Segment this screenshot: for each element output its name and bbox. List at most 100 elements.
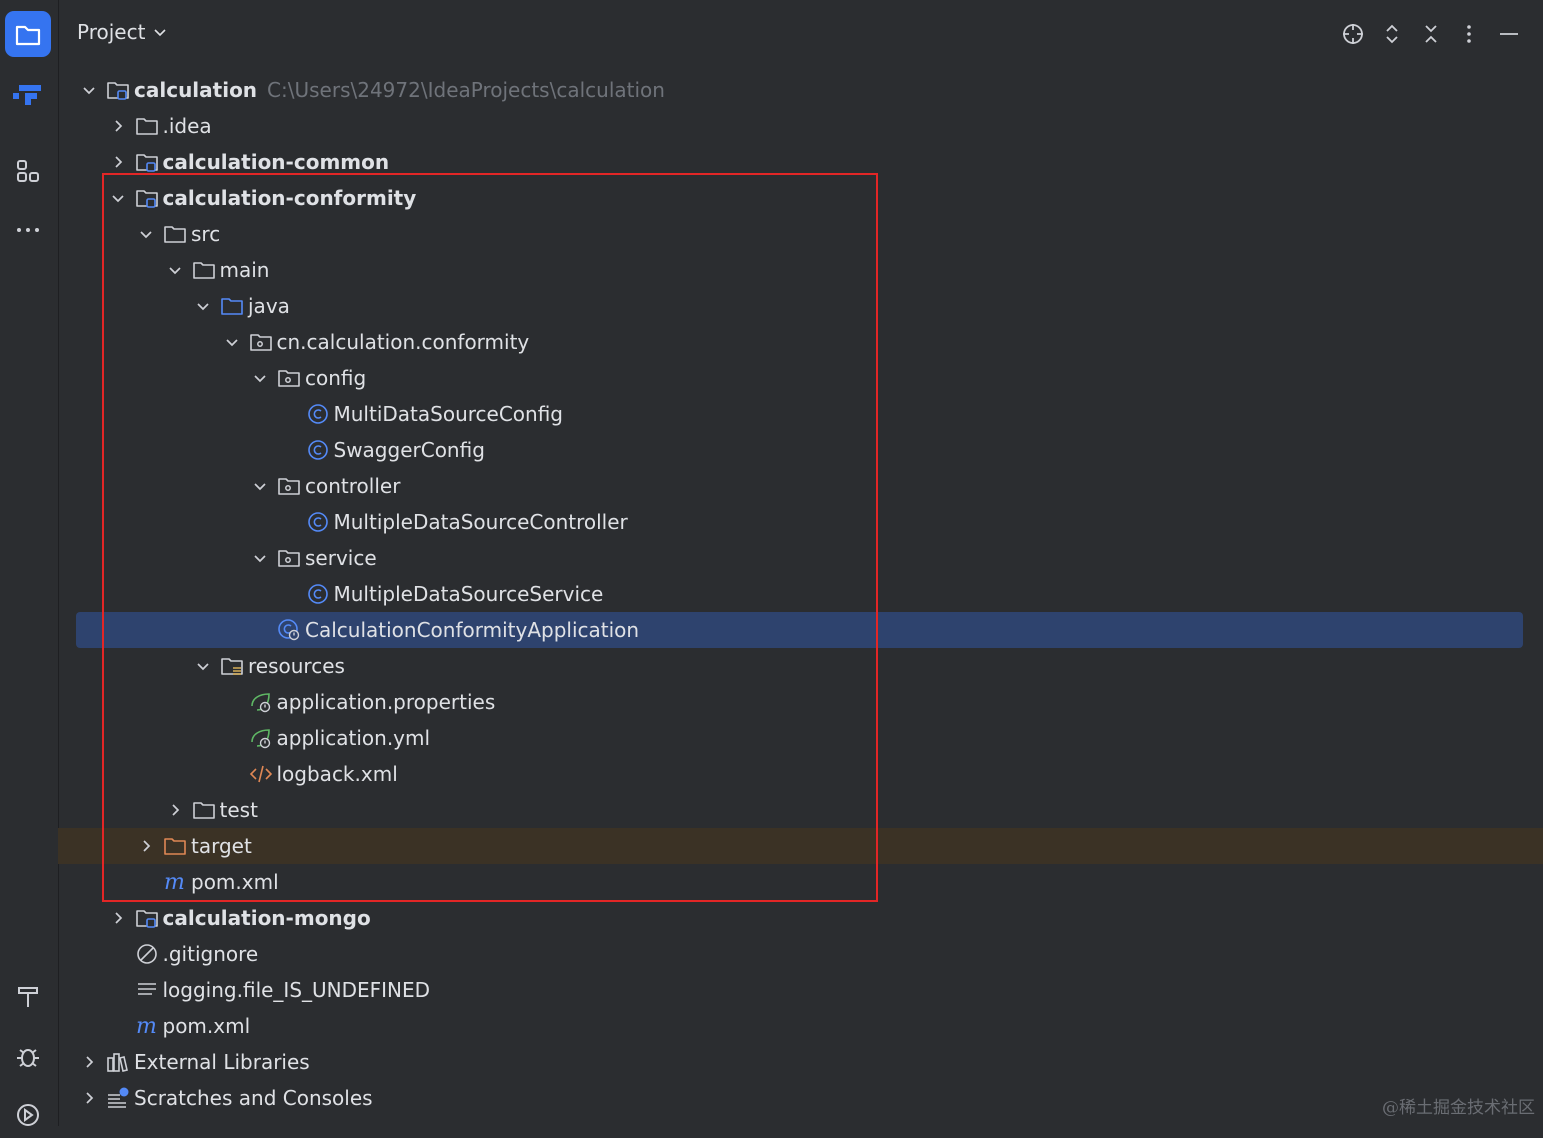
tree-item-label: .idea (162, 114, 212, 138)
chevron-right-icon[interactable] (164, 792, 186, 828)
chevron-down-icon[interactable] (192, 288, 214, 324)
tree-item-label: MultipleDataSourceService (333, 582, 604, 606)
scrollbar[interactable] (1539, 68, 1543, 1118)
tree-row[interactable]: application.properties (58, 684, 1543, 720)
class-icon (306, 438, 330, 462)
tree-row[interactable]: src (58, 216, 1543, 252)
folder-icon (192, 798, 216, 822)
tree-item-label: pom.xml (162, 1014, 251, 1038)
chevron-down-icon[interactable] (164, 252, 186, 288)
tree-item-label: config (305, 366, 367, 390)
module-icon (135, 906, 159, 930)
minimize-icon[interactable] (1495, 20, 1523, 48)
tree-row[interactable]: test (58, 792, 1543, 828)
options-icon[interactable] (1455, 20, 1483, 48)
tree-row[interactable]: target (58, 828, 1543, 864)
folder-icon (163, 222, 187, 246)
tree-row[interactable]: resources (58, 648, 1543, 684)
tree-row[interactable]: service (58, 540, 1543, 576)
page-title: Project (77, 20, 146, 44)
project-tool-icon[interactable] (5, 11, 51, 57)
chevron-down-icon[interactable] (107, 180, 129, 216)
tree-row[interactable]: controller (58, 468, 1543, 504)
tree-row[interactable]: config (58, 360, 1543, 396)
tree-row[interactable]: Scratches and Consoles (58, 1080, 1543, 1116)
tree-row[interactable]: External Libraries (58, 1044, 1543, 1080)
tree-item-label: main (219, 258, 270, 282)
tree-row[interactable]: calculation-common (58, 144, 1543, 180)
tree-item-label: logging.file_IS_UNDEFINED (162, 978, 431, 1002)
structure-tool-icon[interactable] (5, 70, 51, 116)
tree-row[interactable]: .idea (58, 108, 1543, 144)
tree-row[interactable]: m pom.xml (58, 864, 1543, 900)
chevron-right-icon[interactable] (78, 1044, 100, 1080)
modules-tool-icon[interactable] (5, 148, 51, 194)
tree-row[interactable]: main (58, 252, 1543, 288)
chevron-down-icon[interactable] (249, 540, 271, 576)
tree-item-label: test (219, 798, 258, 822)
tree-item-label: controller (305, 474, 401, 498)
tree-item-label: MultiDataSourceConfig (333, 402, 564, 426)
tree-item-label: pom.xml (191, 870, 279, 894)
tool-window-header: Project (58, 0, 1543, 68)
tree-row[interactable]: cn.calculation.conformity (58, 324, 1543, 360)
tree-row[interactable]: SwaggerConfig (58, 432, 1543, 468)
chevron-down-icon[interactable] (249, 468, 271, 504)
chevron-down-icon[interactable] (135, 216, 157, 252)
scratches-icon (106, 1086, 130, 1110)
expand-collapse-icon[interactable] (1378, 20, 1406, 48)
project-view-selector[interactable]: Project (77, 20, 167, 44)
tree-row[interactable]: MultiDataSourceConfig (58, 396, 1543, 432)
chevron-right-icon[interactable] (107, 108, 129, 144)
services-tool-icon[interactable] (5, 1092, 51, 1138)
spring-class-icon (277, 618, 301, 642)
chevron-down-icon[interactable] (221, 324, 243, 360)
chevron-down-icon[interactable] (78, 72, 100, 108)
module-path: C:\Users\24972\IdeaProjects\calculation (267, 78, 665, 102)
chevron-down-icon[interactable] (192, 648, 214, 684)
tree-item-label: calculation-mongo (162, 906, 371, 930)
spring-config-icon (249, 690, 273, 714)
tree-row[interactable]: CalculationConformityApplication (58, 612, 1543, 648)
more-tools-icon[interactable] (5, 207, 51, 253)
tree-item-label: cn.calculation.conformity (276, 330, 530, 354)
tree-item-label: calculation-conformity (162, 186, 417, 210)
chevron-right-icon[interactable] (78, 1080, 100, 1116)
tree-row[interactable]: .gitignore (58, 936, 1543, 972)
tree-row[interactable]: java (58, 288, 1543, 324)
tree-row[interactable]: calculation-mongo (58, 900, 1543, 936)
tree-item-label: SwaggerConfig (333, 438, 485, 462)
debug-tool-icon[interactable] (5, 1034, 51, 1080)
tree-item-label: calculation (134, 78, 258, 102)
build-tool-icon[interactable] (5, 974, 51, 1020)
svg-text:m: m (136, 1014, 157, 1038)
tree-row[interactable]: logging.file_IS_UNDEFINED (58, 972, 1543, 1008)
tree-row[interactable]: MultipleDataSourceService (58, 576, 1543, 612)
tree-row[interactable]: application.yml (58, 720, 1543, 756)
chevron-right-icon[interactable] (107, 144, 129, 180)
collapse-all-icon[interactable] (1417, 20, 1445, 48)
spring-config-icon (249, 726, 273, 750)
tree-row[interactable]: MultipleDataSourceController (58, 504, 1543, 540)
locate-icon[interactable] (1339, 20, 1367, 48)
tree-item-label: application.yml (276, 726, 431, 750)
module-icon (135, 186, 159, 210)
tree-item-label: Scratches and Consoles (134, 1086, 373, 1110)
folder-icon (192, 258, 216, 282)
tree-item-label: service (305, 546, 377, 570)
chevron-right-icon[interactable] (107, 900, 129, 936)
tree-item-label: MultipleDataSourceController (333, 510, 628, 534)
tree-row[interactable]: calculation C:\Users\24972\IdeaProjects\c… (58, 72, 1543, 108)
tree-row[interactable]: logback.xml (58, 756, 1543, 792)
tree-row[interactable]: calculation-conformity (58, 180, 1543, 216)
package-icon (249, 330, 273, 354)
tree-item-label: application.properties (276, 690, 496, 714)
tree-item-label: target (191, 834, 252, 858)
chevron-down-icon (154, 29, 167, 37)
libraries-icon (106, 1050, 130, 1074)
chevron-right-icon[interactable] (135, 828, 157, 864)
tree-item-label: java (248, 294, 290, 318)
chevron-down-icon[interactable] (249, 360, 271, 396)
tree-row[interactable]: m pom.xml (58, 1008, 1543, 1044)
maven-icon: m (135, 1014, 159, 1038)
